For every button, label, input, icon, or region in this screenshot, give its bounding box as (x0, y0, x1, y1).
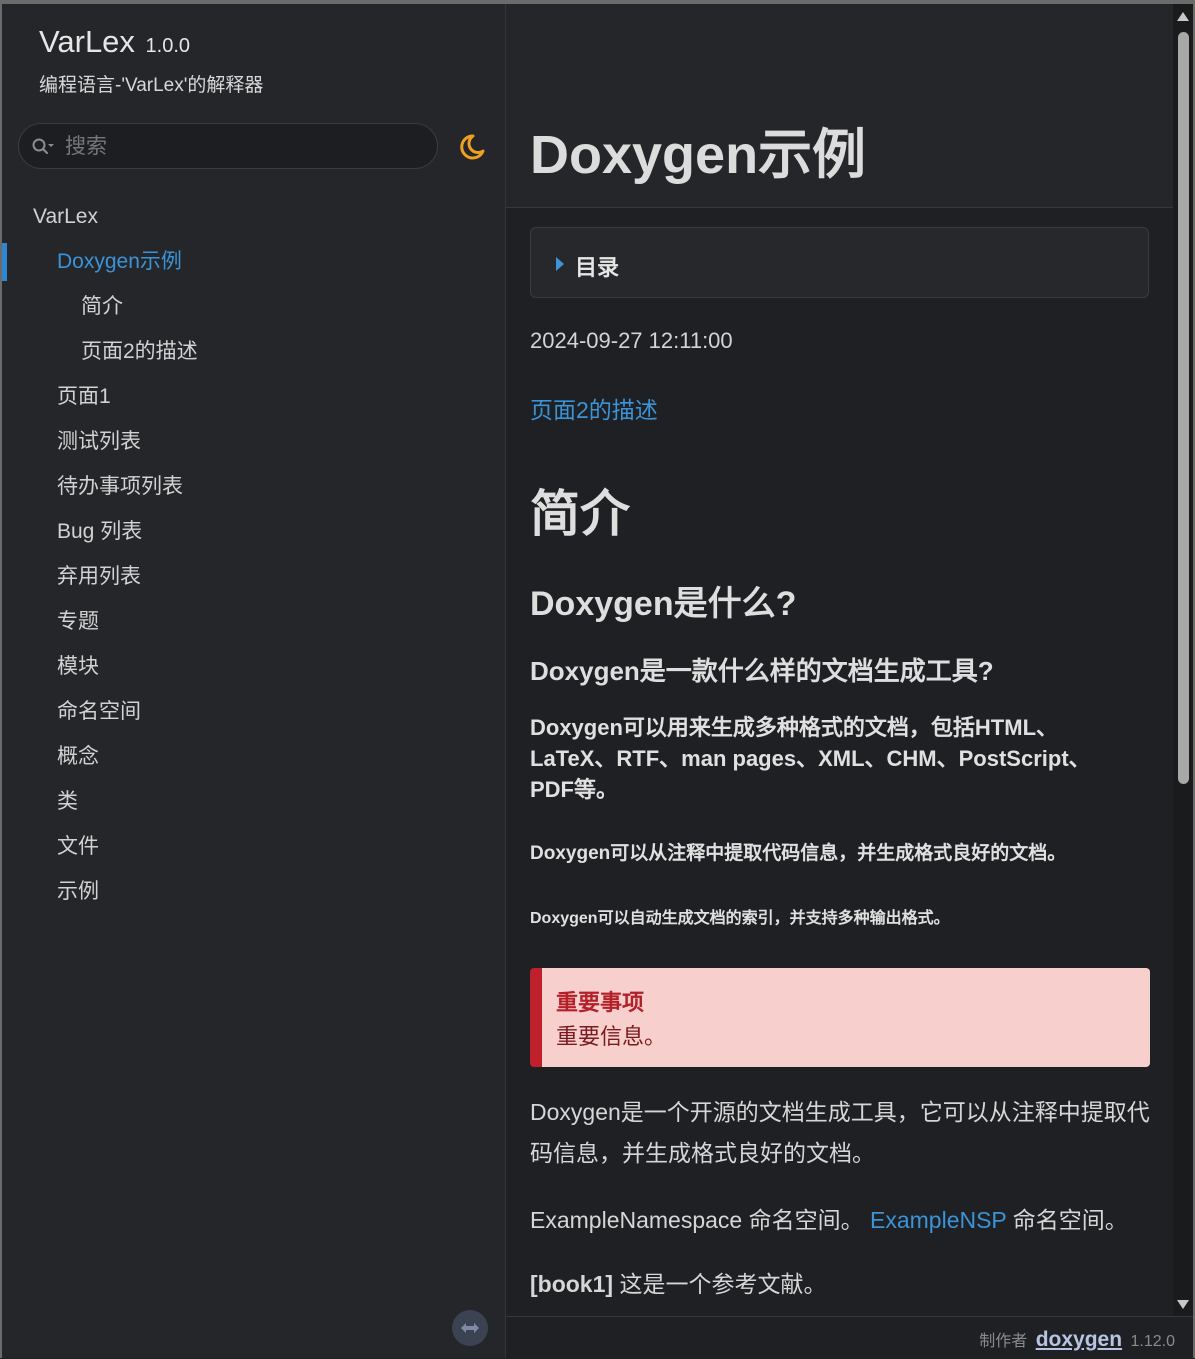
toc-label: 目录 (575, 255, 620, 280)
nav-item[interactable]: 概念 (2, 734, 505, 779)
footer-made-by: 制作者 (979, 1333, 1028, 1350)
footer: 制作者 doxygen 1.12.0 (506, 1316, 1193, 1359)
nav-item[interactable]: 待办事项列表 (2, 464, 505, 509)
scroll-down-arrow-icon[interactable] (1177, 1300, 1189, 1309)
important-note: 重要事项 重要信息。 (530, 968, 1150, 1067)
project-name: VarLex (39, 24, 135, 59)
footer-text: 制作者 doxygen 1.12.0 (979, 1327, 1175, 1352)
nav-item[interactable]: 页面1 (2, 374, 505, 419)
page-date: 2024-09-27 12:11:00 (530, 328, 733, 353)
reference-paragraph: [book1] 这是一个参考文献。 (530, 1265, 826, 1299)
important-note-body: 重要信息。 (556, 1024, 667, 1049)
description-paragraph: Doxygen是一个开源的文档生成工具，它可以从注释中提取代码信息，并生成格式良… (530, 1099, 1150, 1166)
nav-item[interactable]: 测试列表 (2, 419, 505, 464)
reference-text: 这是一个参考文献。 (613, 1271, 827, 1297)
heading-level-5: Doxygen可以从注释中提取代码信息，并生成格式良好的文档。 (530, 843, 1067, 864)
project-brief: 编程语言-'VarLex'的解释器 (39, 75, 264, 96)
heading-level-3: Doxygen是一款什么样的文档生成工具? (530, 656, 994, 686)
scroll-thumb[interactable] (1178, 32, 1189, 784)
nav-item[interactable]: 页面2的描述 (2, 329, 505, 374)
sidebar: VarLex 1.0.0 编程语言-'VarLex'的解释器 VarLexDox… (2, 4, 506, 1358)
namespace-paragraph: ExampleNamespace 命名空间。 ExampleNSP 命名空间。 (530, 1201, 1128, 1235)
nav-item[interactable]: Bug 列表 (2, 509, 505, 554)
footer-version: 1.12.0 (1130, 1333, 1175, 1350)
nav-item[interactable]: 示例 (2, 869, 505, 914)
resize-arrows-icon[interactable] (452, 1310, 488, 1346)
main-content: Doxygen示例 目录 2024-09-27 12:11:00 页面2的描述 … (506, 4, 1173, 1316)
heading-level-4: Doxygen可以用来生成多种格式的文档，包括HTML、LaTeX、RTF、ma… (530, 715, 1091, 802)
subsection-heading: Doxygen是什么? (530, 585, 797, 623)
project-title: VarLex 1.0.0 (39, 24, 190, 60)
nav-item[interactable]: 文件 (2, 824, 505, 869)
heading-level-6: Doxygen可以自动生成文档的索引，并支持多种输出格式。 (530, 910, 950, 927)
nav-item[interactable]: 模块 (2, 644, 505, 689)
project-number: 1.0.0 (145, 35, 191, 57)
reference-key: [book1] (530, 1271, 614, 1297)
nav-item[interactable]: 类 (2, 779, 505, 824)
nav-item[interactable]: 弃用列表 (2, 554, 505, 599)
toc-toggle[interactable]: 目录 (530, 227, 1149, 298)
section-heading: 简介 (530, 486, 630, 542)
namespace-suffix: 命名空间。 (1006, 1207, 1128, 1233)
nav-item[interactable]: 命名空间 (2, 689, 505, 734)
triangle-right-icon (556, 257, 564, 271)
scrollbar[interactable] (1173, 4, 1193, 1316)
search-icon[interactable] (31, 136, 55, 158)
page-header: Doxygen示例 (506, 4, 1173, 208)
namespace-link[interactable]: ExampleNSP (870, 1207, 1006, 1233)
scroll-up-arrow-icon[interactable] (1177, 12, 1189, 21)
moon-icon[interactable] (456, 132, 486, 162)
search-box (18, 123, 438, 169)
page2-link[interactable]: 页面2的描述 (530, 391, 658, 425)
page-title: Doxygen示例 (530, 125, 867, 185)
important-note-title: 重要事项 (556, 990, 645, 1015)
nav-item[interactable]: 简介 (2, 284, 505, 329)
nav-tree: VarLex Doxygen示例 简介 页面2的描述 页面1 测试列表 待办事项列表 Bug … (2, 194, 505, 914)
doxygen-logo-link[interactable]: doxygen (1036, 1328, 1122, 1351)
search-input[interactable] (63, 130, 427, 164)
nav-item[interactable]: VarLex (2, 194, 505, 239)
nav-item[interactable]: 专题 (2, 599, 505, 644)
nav-item[interactable]: Doxygen示例 (2, 239, 505, 284)
namespace-text: ExampleNamespace 命名空间。 (530, 1207, 864, 1233)
